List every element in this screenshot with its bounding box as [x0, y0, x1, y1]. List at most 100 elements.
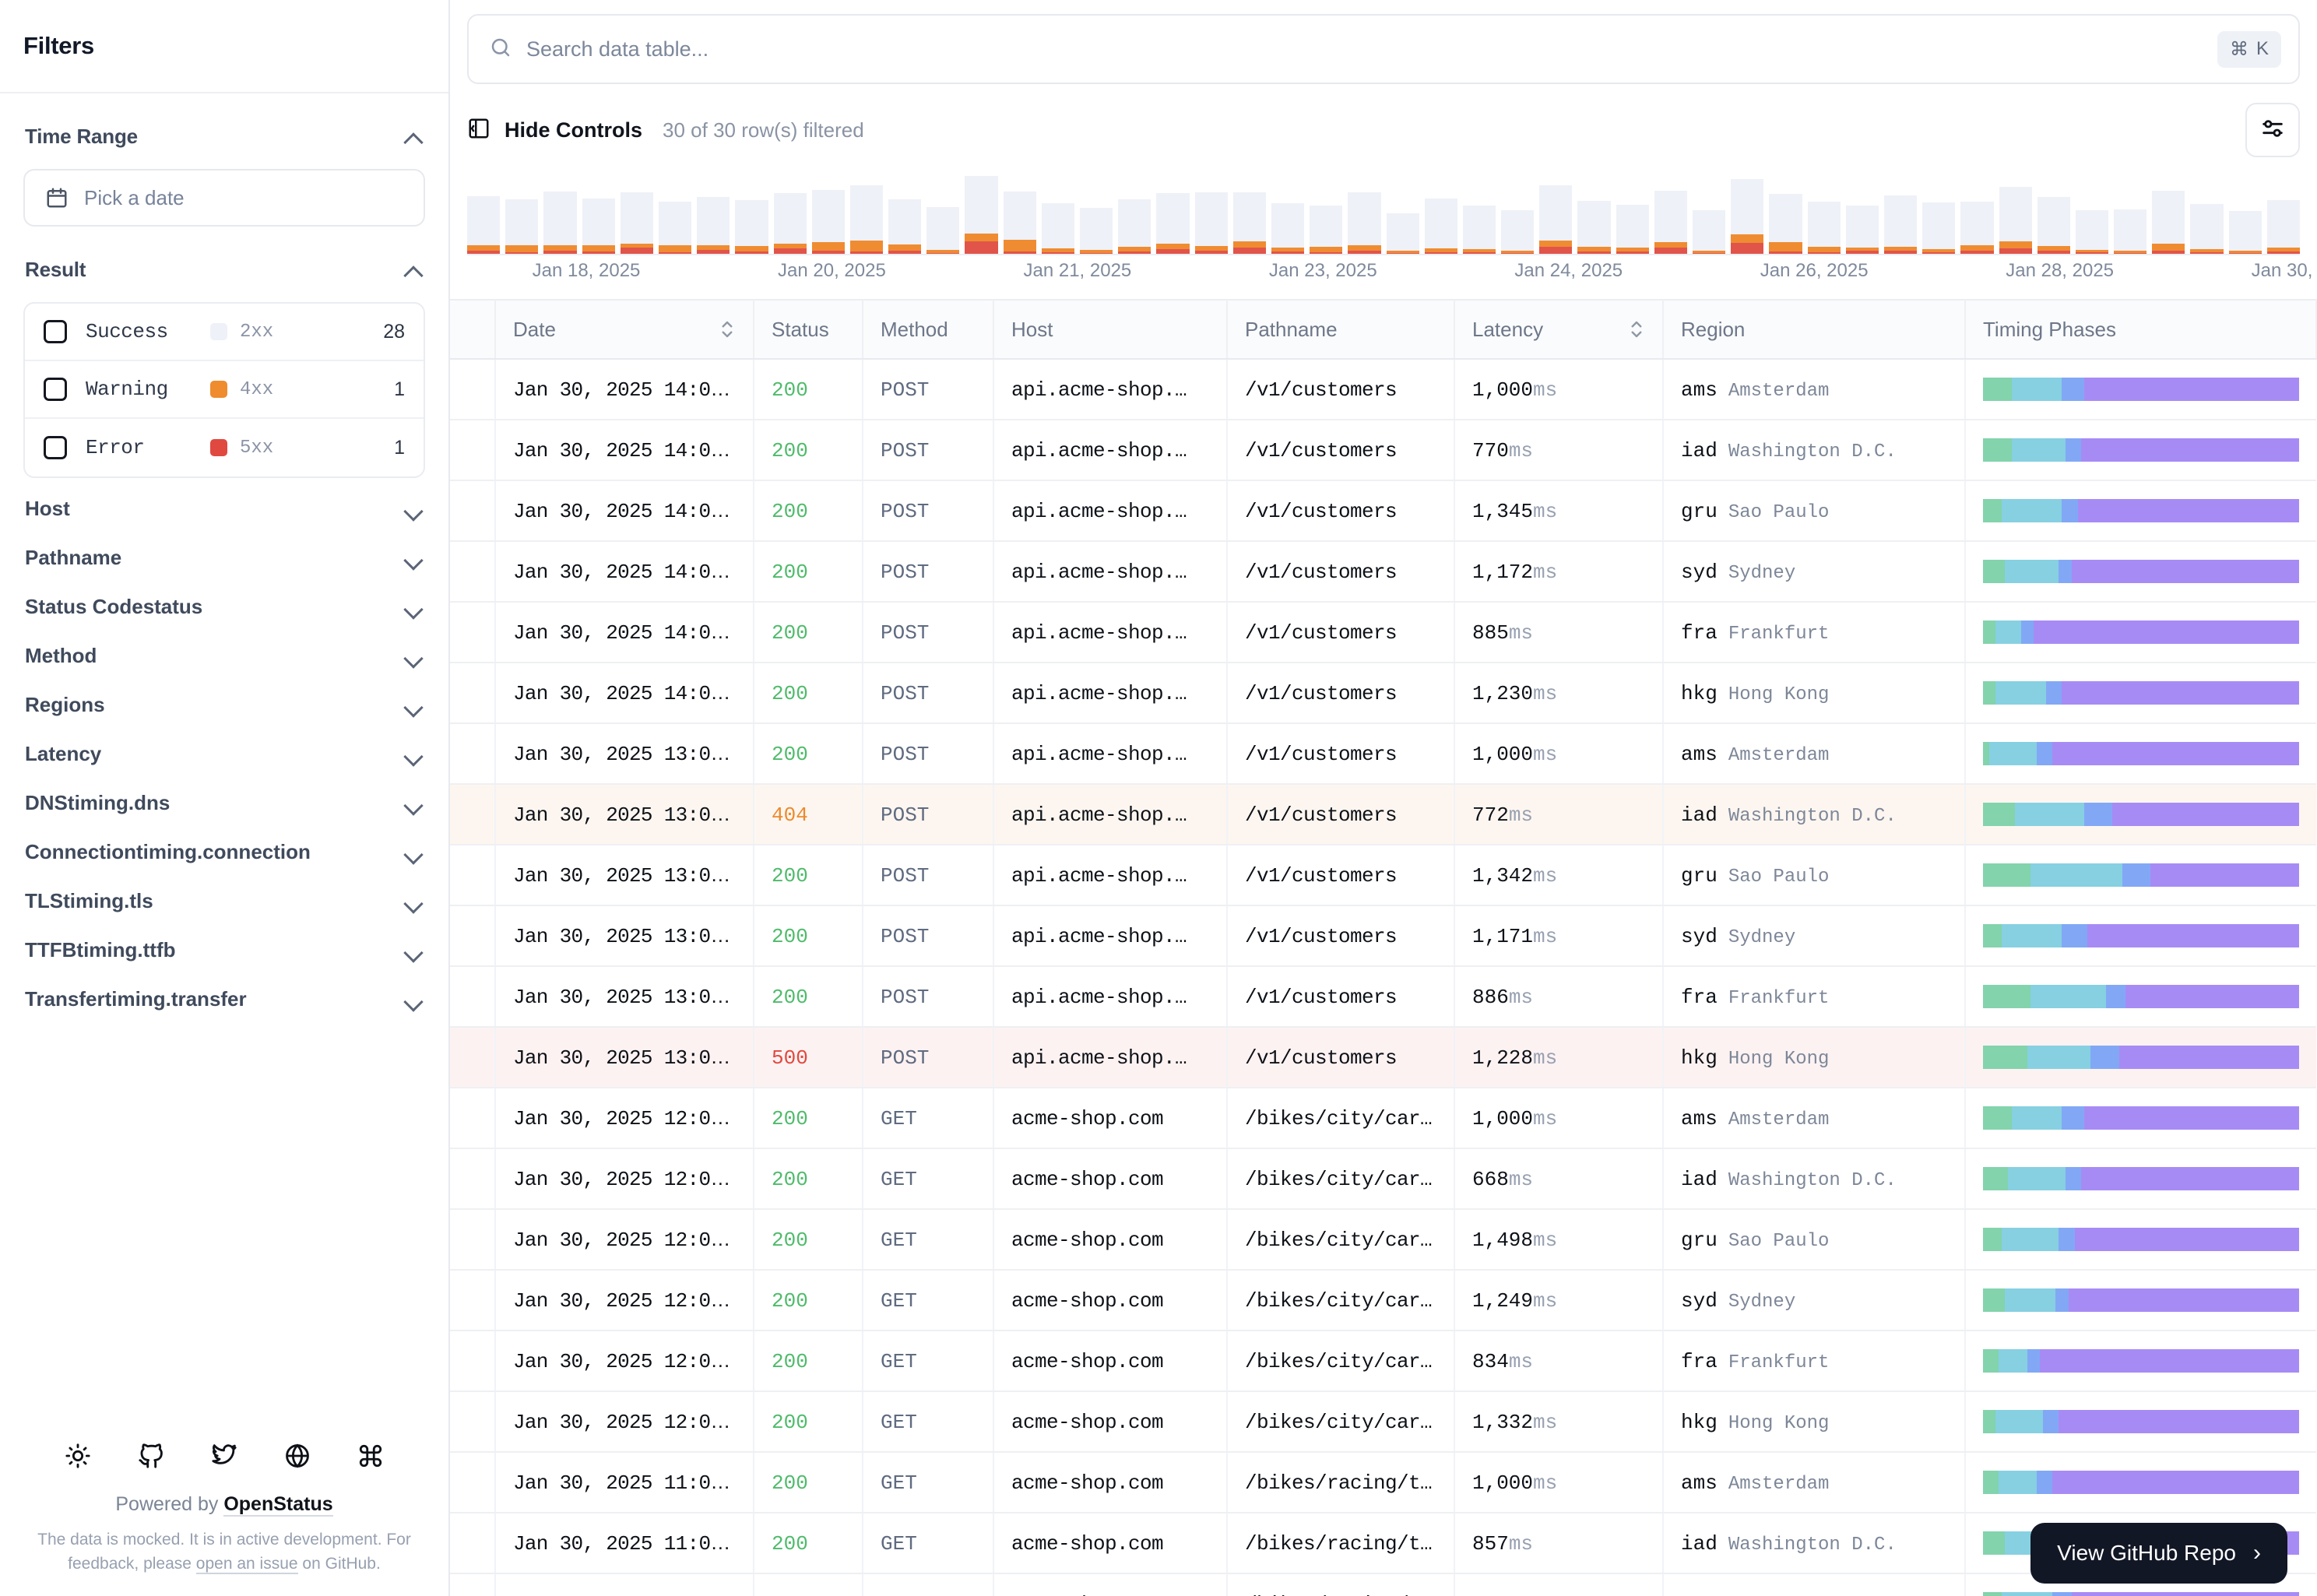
globe-icon[interactable]	[284, 1443, 311, 1473]
timeline-bar[interactable]	[1424, 199, 1457, 254]
result-checkbox[interactable]	[44, 320, 67, 343]
timeline-bar[interactable]	[658, 201, 692, 254]
chevron-down-icon[interactable]	[403, 548, 424, 568]
table-row[interactable]: Jan 30, 2025 13:04:10 500 POST api.acme-sho…	[450, 1027, 2316, 1088]
table-row[interactable]: Jan 30, 2025 13:04:10 200 POST api.acme-sho…	[450, 845, 2316, 906]
chevron-down-icon[interactable]	[403, 597, 424, 617]
timeline-bar[interactable]	[1654, 191, 1687, 254]
row-select-cell[interactable]	[450, 541, 496, 603]
timeline-bar[interactable]	[965, 176, 998, 254]
timeline-bar[interactable]	[1693, 210, 1726, 254]
chevron-up-icon[interactable]	[403, 127, 424, 147]
timeline-bar[interactable]	[1999, 187, 2032, 254]
timeline-bar[interactable]	[620, 192, 653, 254]
chevron-down-icon[interactable]	[403, 891, 424, 912]
filter-section-latency[interactable]: Latency	[23, 729, 425, 779]
timeline-bar[interactable]	[1845, 206, 1879, 254]
chevron-down-icon[interactable]	[403, 990, 424, 1010]
timeline-bar[interactable]	[888, 199, 922, 254]
result-filter-row[interactable]: Warning 4xx 1	[25, 361, 424, 419]
timeline-bar[interactable]	[582, 199, 615, 254]
timeline-bar[interactable]	[926, 206, 960, 254]
timeline-bar[interactable]	[1003, 192, 1036, 254]
table-row[interactable]: Jan 30, 2025 14:04:10 200 POST api.acme-sho…	[450, 541, 2316, 603]
timeline-bar[interactable]	[1769, 194, 1802, 254]
table-row[interactable]: Jan 30, 2025 12:04:10 200 GET acme-shop.com…	[450, 1088, 2316, 1149]
table-row[interactable]: Jan 30, 2025 14:04:10 200 POST api.acme-sho…	[450, 420, 2316, 481]
search-bar[interactable]: ⌘ K	[467, 14, 2300, 84]
timeline-bar[interactable]	[1960, 201, 1994, 254]
timeline-bar[interactable]	[1156, 193, 1190, 254]
row-select-cell[interactable]	[450, 480, 496, 542]
timeline-bar[interactable]	[1080, 207, 1113, 254]
timeline-bar[interactable]	[543, 192, 577, 254]
table-row[interactable]: Jan 30, 2025 14:04:10 200 POST api.acme-sho…	[450, 663, 2316, 724]
chevron-up-icon[interactable]	[403, 260, 424, 280]
row-select-cell[interactable]	[450, 1573, 496, 1596]
timeline-bar[interactable]	[1118, 199, 1151, 254]
command-icon[interactable]	[357, 1443, 384, 1473]
timeline-bar[interactable]	[505, 199, 539, 254]
filter-section-time-range-header[interactable]: Time Range	[23, 120, 425, 153]
row-select-cell[interactable]	[450, 1452, 496, 1513]
data-table-scroll[interactable]: Date Status Method Host Pathname Latency…	[450, 299, 2317, 1596]
column-header-timing-phases[interactable]: Timing Phases	[1965, 299, 2317, 360]
twitter-icon[interactable]	[211, 1443, 237, 1473]
result-checkbox[interactable]	[44, 378, 67, 401]
chevron-down-icon[interactable]	[403, 646, 424, 666]
row-select-cell[interactable]	[450, 602, 496, 663]
row-select-cell[interactable]	[450, 1331, 496, 1392]
chevron-down-icon[interactable]	[403, 695, 424, 715]
row-select-cell[interactable]	[450, 1513, 496, 1574]
table-row[interactable]: Jan 30, 2025 12:04:10 200 GET acme-shop.com…	[450, 1270, 2316, 1331]
column-header-status[interactable]: Status	[754, 299, 863, 360]
openstatus-link[interactable]: OpenStatus	[223, 1493, 333, 1517]
row-select-cell[interactable]	[450, 1088, 496, 1149]
github-icon[interactable]	[138, 1443, 164, 1473]
timeline-bar[interactable]	[1232, 192, 1266, 254]
timeline-bar[interactable]	[1539, 185, 1573, 254]
table-row[interactable]: Jan 30, 2025 11:04:10 200 GET acme-shop.com…	[450, 1452, 2316, 1513]
sun-icon[interactable]	[65, 1443, 91, 1473]
timeline-bar[interactable]	[735, 200, 768, 254]
chevron-down-icon[interactable]	[403, 793, 424, 814]
table-row[interactable]: Jan 30, 2025 14:04:10 200 POST api.acme-sho…	[450, 602, 2316, 663]
filter-section-method[interactable]: Method	[23, 631, 425, 680]
timeline-bar[interactable]	[2228, 211, 2262, 254]
row-select-cell[interactable]	[450, 1209, 496, 1271]
filter-section-tls[interactable]: TLStiming.tls	[23, 877, 425, 926]
result-filter-row[interactable]: Error 5xx 1	[25, 419, 424, 476]
chevron-down-icon[interactable]	[403, 744, 424, 765]
row-select-cell[interactable]	[450, 1270, 496, 1331]
search-input[interactable]	[526, 37, 2203, 62]
timeline-bar[interactable]	[1194, 192, 1228, 254]
timeline-bar[interactable]	[467, 195, 501, 254]
open-issue-link[interactable]: open an issue	[195, 1554, 298, 1574]
timeline-bar[interactable]	[2114, 209, 2147, 254]
column-header-host[interactable]: Host	[993, 299, 1228, 360]
timeline-chart[interactable]	[467, 170, 2300, 255]
column-header-latency[interactable]: Latency	[1454, 299, 1664, 360]
timeline-bar[interactable]	[1462, 206, 1496, 254]
table-row[interactable]: Jan 30, 2025 13:04:10 200 POST api.acme-sho…	[450, 966, 2316, 1028]
timeline-bar[interactable]	[1922, 202, 1956, 254]
sort-icon[interactable]	[1628, 318, 1645, 341]
timeline-bar[interactable]	[811, 189, 845, 254]
filter-section-status-code[interactable]: Status Codestatus	[23, 582, 425, 631]
table-row[interactable]: Jan 30, 2025 12:04:10 200 GET acme-shop.com…	[450, 1331, 2316, 1392]
timeline-bar[interactable]	[1501, 210, 1535, 254]
timeline-bar[interactable]	[697, 197, 730, 254]
table-row[interactable]: Jan 30, 2025 14:04:10 200 POST api.acme-sho…	[450, 359, 2316, 420]
row-select-cell[interactable]	[450, 420, 496, 481]
table-row[interactable]: Jan 30, 2025 13:04:10 200 POST api.acme-sho…	[450, 723, 2316, 785]
timeline-bar[interactable]	[1041, 202, 1074, 254]
filter-section-host[interactable]: Host	[23, 484, 425, 533]
chevron-down-icon[interactable]	[403, 499, 424, 519]
column-header-method[interactable]: Method	[863, 299, 994, 360]
row-select-cell[interactable]	[450, 845, 496, 906]
row-select-cell[interactable]	[450, 966, 496, 1028]
table-row[interactable]: Jan 30, 2025 13:04:10 200 POST api.acme-sho…	[450, 905, 2316, 967]
table-row[interactable]: Jan 30, 2025 12:04:10 200 GET acme-shop.com…	[450, 1391, 2316, 1453]
row-select-cell[interactable]	[450, 359, 496, 420]
row-select-cell[interactable]	[450, 1148, 496, 1210]
